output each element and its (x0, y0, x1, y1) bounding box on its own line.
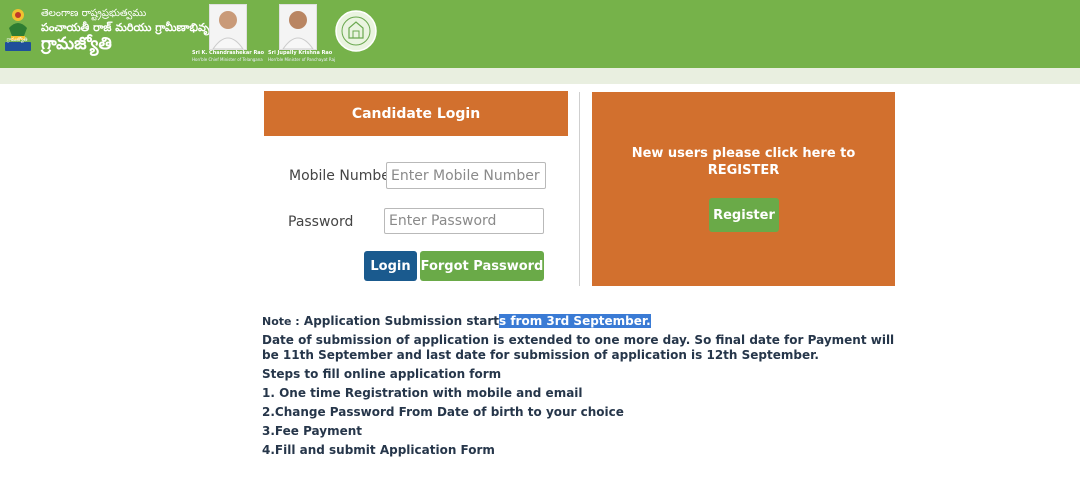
note-label: Note : (262, 315, 300, 328)
note-text: Application Submission start (303, 314, 500, 328)
minister-photo (279, 4, 317, 50)
step-item: 4.Fill and submit Application Form (262, 443, 495, 457)
register-prompt-line2: REGISTER (707, 163, 780, 178)
register-button[interactable]: Register (709, 198, 779, 232)
chief-minister-title: Hon'ble Chief Minister of Telangana (192, 57, 263, 62)
chief-minister-name: Sri K. Chandrashekar Rao (192, 50, 265, 56)
steps-title: Steps to fill online application form (262, 367, 502, 381)
login-button[interactable]: Login (364, 251, 417, 281)
telangana-state-seal-icon (335, 10, 377, 52)
portrait-icon (212, 11, 244, 50)
candidate-login-heading: Candidate Login (264, 91, 568, 136)
minister-name: Sri Jupally Krishna Rao (268, 50, 333, 56)
application-notes: Note : Application Submission starts fro… (262, 314, 902, 458)
column-divider (579, 92, 580, 286)
password-input[interactable] (384, 208, 544, 234)
scheme-title: గ్రామజ్యోతి (41, 34, 112, 54)
state-government-text: తెలంగాణ రాష్ట్రప్రభుత్వము (41, 8, 147, 19)
portrait-icon (282, 11, 314, 50)
step-item: 1. One time Registration with mobile and… (262, 386, 583, 400)
gramajyothi-emblem-icon (5, 9, 31, 51)
forgot-password-button[interactable]: Forgot Password (420, 251, 544, 281)
site-header: గ్రామజ్యోతి తెలంగాణ రాష్ట్రప్రభుత్వము పం… (0, 0, 1080, 68)
register-panel: New users please click here to REGISTER … (592, 92, 895, 286)
mobile-number-input[interactable] (386, 162, 546, 189)
register-prompt: New users please click here to REGISTER (592, 145, 895, 179)
note-extension: Date of submission of application is ext… (262, 333, 895, 362)
minister-title: Hon'ble Minister of Panchayat Raj (268, 57, 336, 62)
mobile-number-label: Mobile Number (289, 168, 396, 184)
selected-text: s from 3rd September. (499, 314, 651, 328)
emblem-caption: గ్రామజ్యోతి (6, 37, 28, 43)
note-line-1: Note : Application Submission starts fro… (262, 314, 902, 329)
password-label: Password (288, 214, 354, 230)
step-item: 2.Change Password From Date of birth to … (262, 405, 624, 419)
chief-minister-photo (209, 4, 247, 50)
register-prompt-line1: New users please click here to (631, 146, 856, 161)
step-item: 3.Fee Payment (262, 424, 363, 438)
header-subbar (0, 68, 1080, 84)
